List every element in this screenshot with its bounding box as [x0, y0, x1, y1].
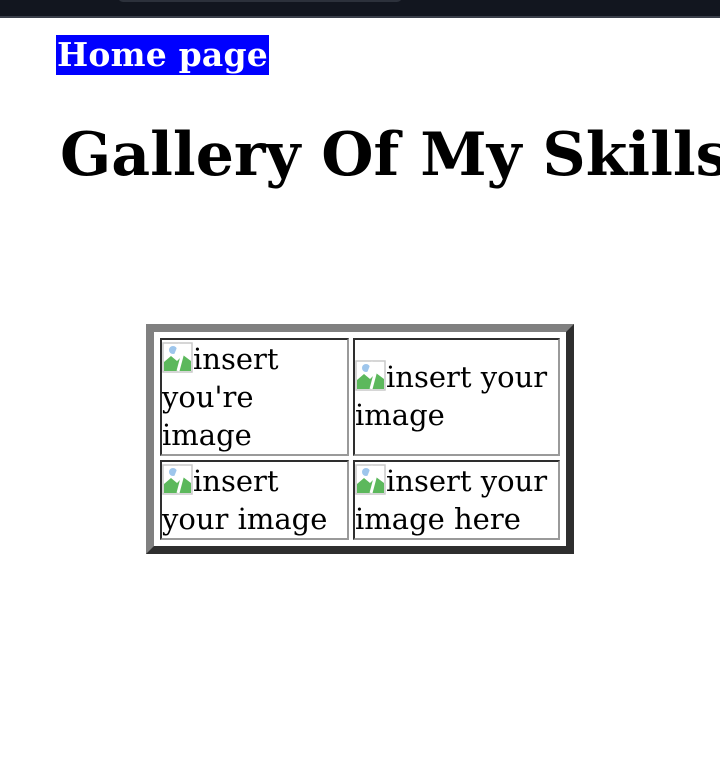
browser-top-bar	[0, 0, 720, 18]
image-alt-text: image	[355, 398, 445, 432]
image-alt-line: insert	[162, 340, 347, 378]
home-page-link[interactable]: Home page	[56, 35, 269, 75]
image-alt-text: insert	[193, 342, 279, 376]
image-alt-text: insert	[193, 464, 279, 498]
gallery-cell: insert your image	[160, 460, 349, 540]
page-title: Gallery Of My Skills	[60, 120, 720, 190]
broken-image-icon	[355, 464, 386, 495]
gallery-table: insert you're image insert your image in…	[146, 324, 574, 554]
address-bar[interactable]	[118, 0, 402, 2]
broken-image-icon	[162, 342, 193, 373]
image-alt-text: image	[162, 418, 252, 452]
image-alt-line: insert	[162, 462, 347, 500]
image-alt-line: insert your	[355, 462, 558, 500]
gallery-cell: insert your image	[353, 338, 560, 456]
image-alt-text: insert your	[386, 464, 548, 498]
broken-image-icon	[355, 360, 386, 391]
image-alt-text: you're	[162, 380, 254, 414]
broken-image-icon	[162, 464, 193, 495]
image-alt-line: insert your	[355, 358, 558, 396]
gallery-cell: insert your image here	[353, 460, 560, 540]
image-alt-text: image here	[355, 502, 521, 536]
image-alt-text: insert your	[386, 360, 548, 394]
image-alt-text: your image	[162, 502, 328, 536]
gallery-cell: insert you're image	[160, 338, 349, 456]
